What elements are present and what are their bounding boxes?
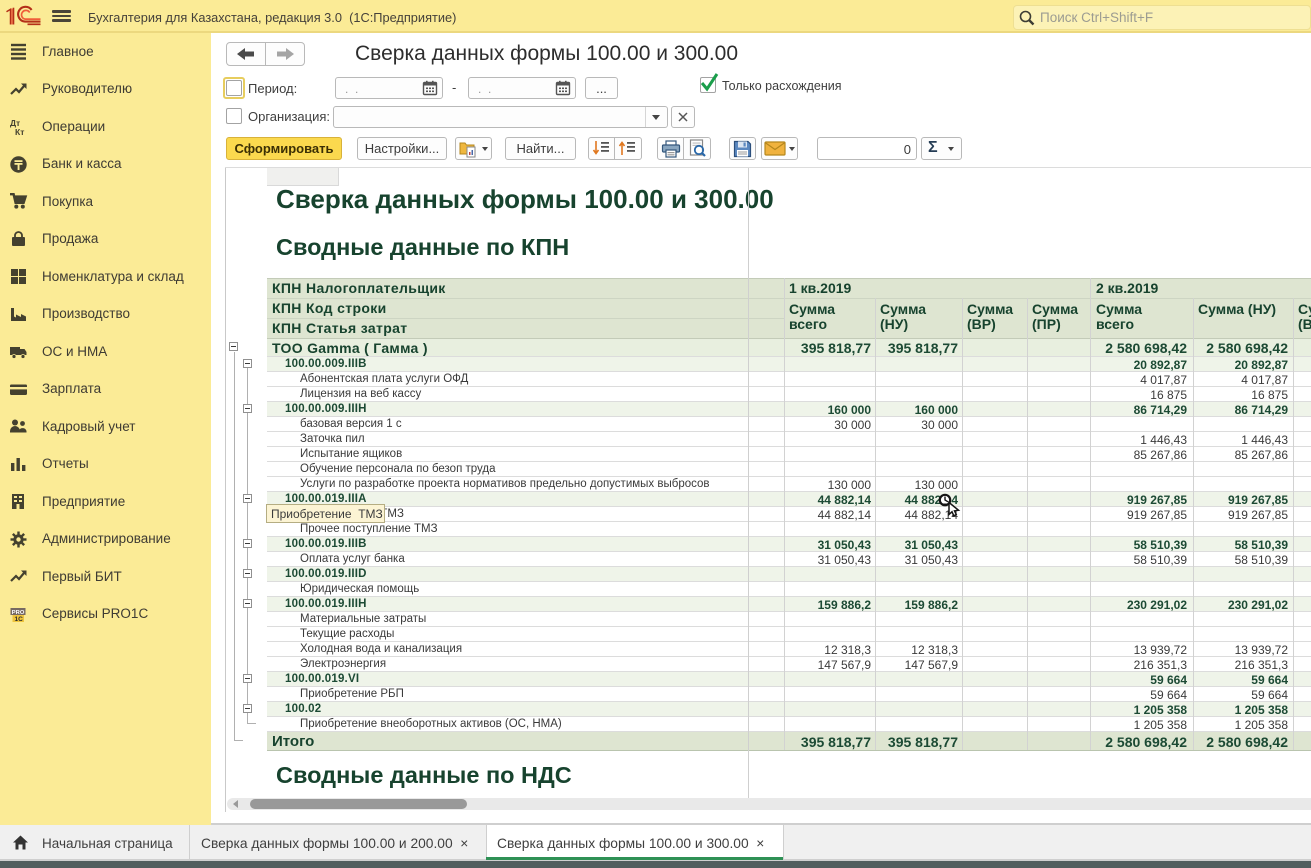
svg-text:PRO: PRO bbox=[12, 609, 25, 615]
svg-text:1С: 1С bbox=[15, 616, 24, 623]
svg-text:Кт: Кт bbox=[15, 127, 24, 136]
